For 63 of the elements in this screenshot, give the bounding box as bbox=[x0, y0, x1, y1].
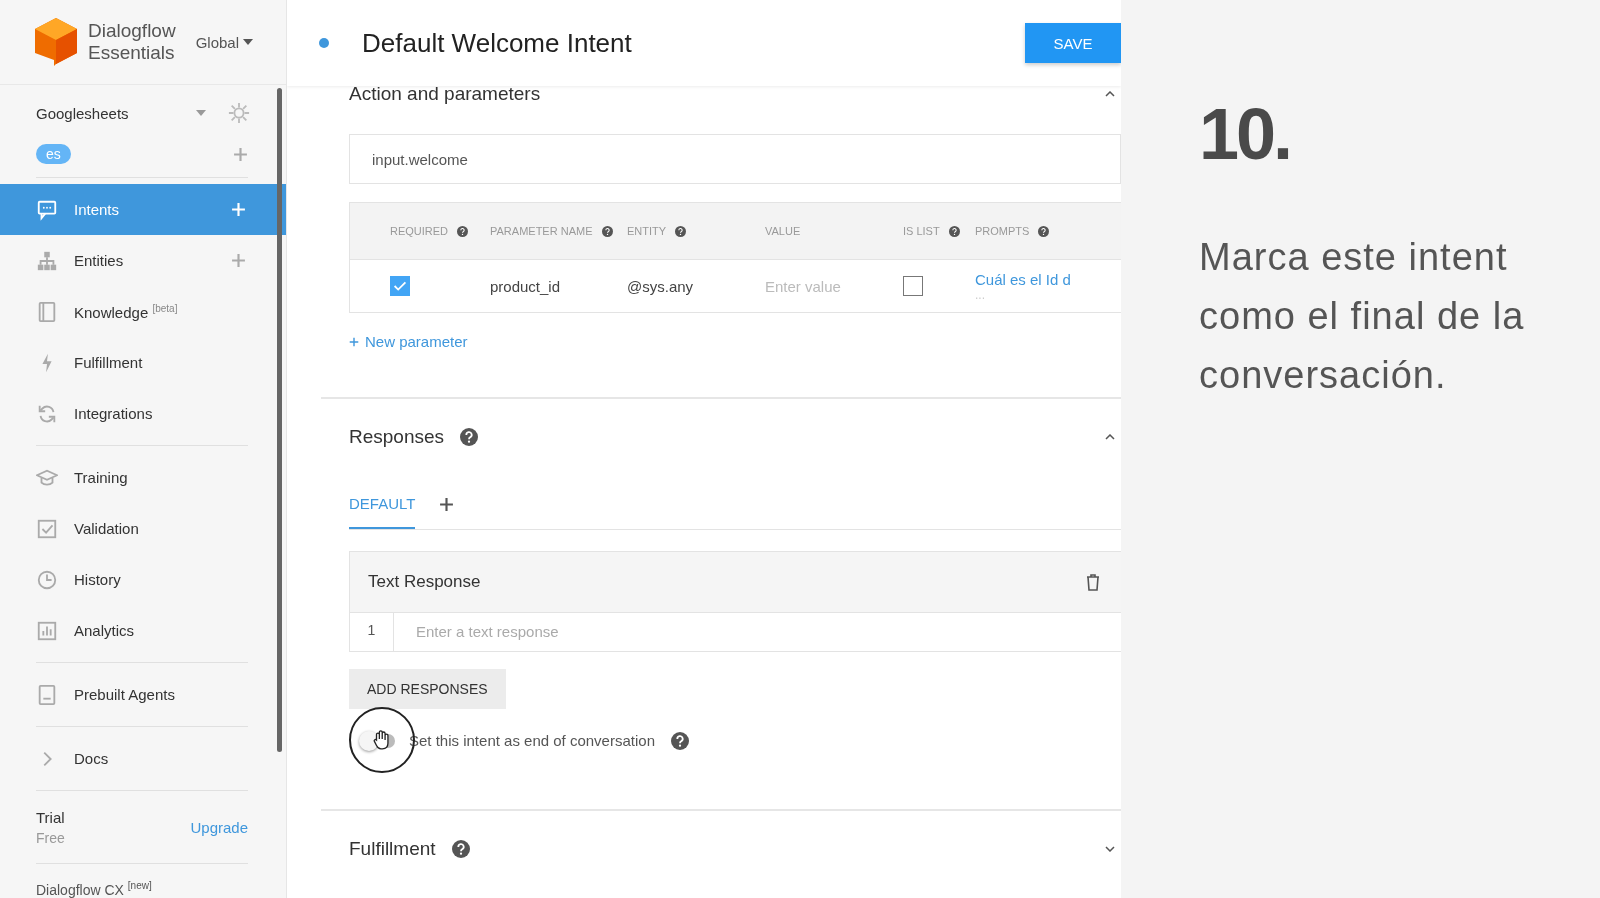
sidebar-item[interactable]: Prebuilt Agents bbox=[0, 669, 286, 721]
column-header: PROMPTS bbox=[975, 224, 1030, 237]
region-dropdown[interactable]: Global bbox=[195, 33, 253, 51]
line-number: 1 bbox=[350, 612, 394, 651]
book-icon bbox=[36, 683, 58, 706]
sidebar-item[interactable]: Integrations bbox=[0, 388, 286, 440]
add-responses-button[interactable]: ADD RESPONSES bbox=[349, 668, 506, 709]
action-field[interactable]: input.welcome bbox=[349, 134, 1121, 184]
sidebar-item[interactable]: Training bbox=[0, 452, 286, 504]
sidebar-item[interactable]: Knowledge $^{[beta]}$ bbox=[0, 286, 286, 338]
help-icon[interactable] bbox=[460, 427, 479, 446]
sidebar-item[interactable]: Docs bbox=[0, 733, 286, 785]
is-list-checkbox[interactable] bbox=[903, 276, 923, 296]
logo-icon bbox=[34, 17, 78, 68]
add-tab-icon[interactable] bbox=[439, 497, 455, 512]
checkbox-icon bbox=[36, 517, 58, 540]
step-number: 10. bbox=[1199, 98, 1292, 170]
sidebar-footer-link[interactable]: Dialogflow CX $^{[new]}$ bbox=[0, 870, 286, 898]
required-checkbox[interactable] bbox=[390, 276, 410, 296]
expand-icon[interactable] bbox=[1105, 845, 1115, 852]
column-header: PARAMETER NAME bbox=[490, 224, 593, 237]
brand-name: Dialogflow bbox=[88, 20, 176, 43]
intent-title: Default Welcome Intent bbox=[362, 27, 633, 59]
help-icon[interactable] bbox=[675, 226, 686, 238]
help-icon[interactable] bbox=[601, 226, 613, 238]
section-title: Responses bbox=[349, 425, 445, 448]
column-header: REQUIRED bbox=[390, 224, 449, 237]
table-cell-text: ... bbox=[975, 287, 986, 302]
section-title: Action and parameters bbox=[349, 83, 541, 105]
step-instruction: Marca este intent como el final de la conversación. bbox=[1199, 235, 1526, 398]
card-title: Text Response bbox=[368, 571, 481, 592]
plus-icon bbox=[349, 336, 359, 347]
help-icon[interactable] bbox=[457, 226, 469, 238]
hierarchy-icon bbox=[36, 249, 58, 272]
agent-name[interactable]: Googlesheets bbox=[36, 104, 196, 122]
help-icon[interactable] bbox=[451, 839, 470, 858]
bar-chart-icon bbox=[36, 619, 58, 642]
table-cell: @sys.any bbox=[627, 277, 694, 295]
help-icon[interactable] bbox=[671, 731, 689, 750]
help-icon[interactable] bbox=[1038, 226, 1050, 238]
sidebar-item[interactable]: History bbox=[0, 554, 286, 606]
dropdown-caret-icon[interactable] bbox=[196, 110, 206, 117]
chat-icon bbox=[36, 198, 58, 221]
section-title: Fulfillment bbox=[349, 837, 436, 860]
table-cell: product_id bbox=[490, 277, 561, 295]
brand-name: Essentials bbox=[88, 42, 176, 65]
sidebar-item[interactable]: Entities bbox=[0, 235, 286, 287]
column-header: IS LIST bbox=[903, 224, 940, 237]
plan-tier-label: Free bbox=[36, 829, 65, 846]
clock-icon bbox=[36, 568, 58, 591]
collapse-icon[interactable] bbox=[1105, 433, 1115, 440]
column-header: VALUE bbox=[765, 225, 801, 237]
column-header: ENTITY bbox=[627, 224, 666, 237]
scrollbar[interactable] bbox=[277, 88, 282, 752]
status-dot bbox=[319, 38, 329, 48]
book-icon bbox=[36, 300, 58, 323]
plan-name: Trial bbox=[36, 808, 65, 826]
sidebar-item[interactable]: Validation bbox=[0, 503, 286, 555]
sidebar-item[interactable]: Analytics bbox=[0, 605, 286, 657]
trash-icon[interactable] bbox=[1085, 572, 1101, 591]
sidebar-item[interactable]: Fulfillment bbox=[0, 337, 286, 389]
help-icon[interactable] bbox=[948, 226, 960, 238]
collapse-icon[interactable] bbox=[1105, 91, 1115, 97]
